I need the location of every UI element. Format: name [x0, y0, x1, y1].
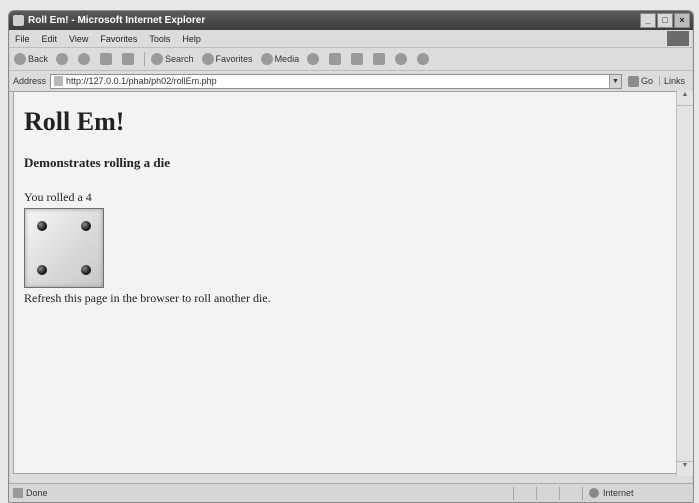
window-title: Roll Em! - Microsoft Internet Explorer	[28, 15, 206, 26]
page-icon	[54, 76, 64, 86]
status-text: Done	[26, 488, 48, 498]
windows-logo-icon	[667, 31, 689, 46]
back-button[interactable]: Back	[14, 53, 48, 65]
media-icon	[260, 53, 273, 65]
chevron-down-icon[interactable]: ▼	[608, 74, 621, 88]
stop-icon	[78, 53, 91, 65]
status-pane	[513, 486, 536, 500]
forward-arrow-icon	[56, 53, 69, 65]
history-button[interactable]	[307, 53, 321, 65]
roll-result-text: You rolled a 4	[24, 190, 92, 204]
die-image	[24, 208, 104, 288]
globe-icon	[589, 488, 599, 498]
menu-file[interactable]: File	[15, 34, 30, 44]
page-done-icon	[13, 488, 23, 498]
search-button[interactable]: Search	[151, 53, 194, 65]
status-pane	[536, 486, 559, 500]
refresh-icon	[100, 53, 113, 65]
print-icon	[351, 53, 364, 65]
window-controls: _ □ ×	[640, 13, 690, 28]
go-button[interactable]: Go	[627, 75, 653, 87]
vertical-scrollbar[interactable]: ▲ ▼	[676, 91, 693, 476]
links-button[interactable]: Links	[658, 76, 693, 86]
status-left: Done	[9, 488, 513, 498]
zone-text: Internet	[603, 488, 634, 498]
go-arrow-icon	[627, 75, 639, 87]
maximize-button[interactable]: □	[657, 13, 673, 28]
close-button[interactable]: ×	[674, 13, 690, 28]
ie-icon	[13, 15, 24, 26]
die-pip	[37, 264, 48, 275]
mail-button[interactable]	[329, 53, 343, 65]
back-arrow-icon	[14, 53, 26, 65]
media-button[interactable]: Media	[260, 53, 299, 65]
address-url: http://127.0.0.1/phab/ph02/rollEm.php	[66, 76, 217, 86]
title-bar: Roll Em! - Microsoft Internet Explorer _…	[9, 11, 693, 30]
favorites-star-icon	[201, 53, 214, 65]
minimize-button[interactable]: _	[640, 13, 656, 28]
refresh-instruction: Refresh this page in the browser to roll…	[24, 291, 271, 305]
stop-button[interactable]	[78, 53, 92, 65]
favorites-button[interactable]: Favorites	[201, 53, 253, 65]
status-bar: Done Internet	[9, 483, 693, 502]
messenger-button[interactable]	[417, 53, 431, 65]
home-button[interactable]	[122, 53, 136, 65]
address-input[interactable]: http://127.0.0.1/phab/ph02/rollEm.php ▼	[50, 73, 622, 89]
page-title: Roll Em!	[24, 107, 125, 136]
die-pip	[80, 221, 91, 232]
search-icon	[151, 53, 164, 65]
messenger-icon	[417, 53, 430, 65]
discuss-button[interactable]	[395, 53, 409, 65]
discuss-icon	[395, 53, 408, 65]
menu-help[interactable]: Help	[182, 34, 201, 44]
scroll-up-arrow-icon[interactable]: ▲	[677, 91, 693, 106]
browser-window: Roll Em! - Microsoft Internet Explorer _…	[8, 10, 694, 503]
print-button[interactable]	[351, 53, 365, 65]
menu-view[interactable]: View	[69, 34, 88, 44]
edit-button[interactable]	[373, 53, 387, 65]
mail-icon	[329, 53, 342, 65]
toolbar: Back Search Favorites Media	[9, 48, 693, 71]
security-zone: Internet	[582, 486, 693, 500]
address-label: Address	[13, 76, 47, 86]
page-content: Roll Em! Demonstrates rolling a die You …	[13, 91, 677, 474]
die-pip	[37, 221, 48, 232]
status-pane	[559, 486, 582, 500]
toolbar-separator	[144, 52, 146, 66]
menu-favorites[interactable]: Favorites	[100, 34, 137, 44]
menu-edit[interactable]: Edit	[42, 34, 58, 44]
history-icon	[307, 53, 320, 65]
edit-icon	[373, 53, 386, 65]
scroll-down-arrow-icon[interactable]: ▼	[677, 461, 693, 476]
menu-tools[interactable]: Tools	[149, 34, 170, 44]
menu-bar: File Edit View Favorites Tools Help	[9, 30, 693, 48]
die-pip	[80, 264, 91, 275]
forward-button[interactable]	[56, 53, 70, 65]
page-subtitle: Demonstrates rolling a die	[24, 155, 170, 170]
refresh-button[interactable]	[100, 53, 114, 65]
address-bar: Address http://127.0.0.1/phab/ph02/rollE…	[9, 71, 693, 92]
home-icon	[122, 53, 135, 65]
